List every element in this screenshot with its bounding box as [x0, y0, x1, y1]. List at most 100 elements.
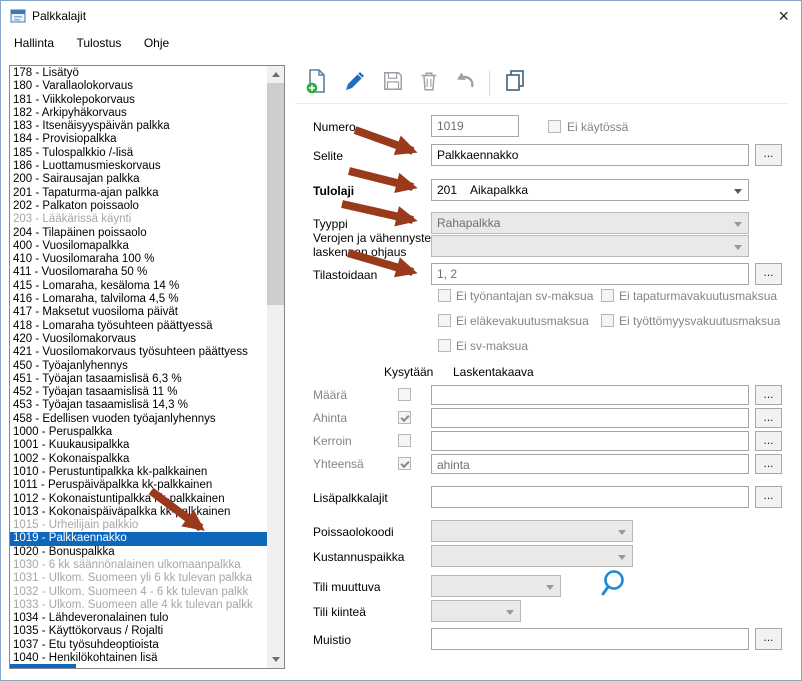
delete-button[interactable] — [411, 67, 447, 100]
sv-checkbox — [601, 289, 614, 302]
tulolaji-value: Aikapalkka — [470, 183, 529, 197]
list-item-partial — [10, 664, 76, 668]
list-item[interactable]: 1034 - Lähdeveronalainen tulo — [10, 612, 267, 625]
list-item[interactable]: 415 - Lomaraha, kesäloma 14 % — [10, 280, 267, 293]
list-item[interactable]: 418 - Lomaraha työsuhteen päättyessä — [10, 320, 267, 333]
list-scrollbar[interactable] — [267, 66, 284, 668]
muistio-browse-button[interactable]: ... — [755, 628, 782, 650]
list-item[interactable]: 451 - Työajan tasaamislisä 6,3 % — [10, 373, 267, 386]
app-icon — [10, 8, 26, 24]
list-item[interactable]: 1000 - Peruspalkka — [10, 426, 267, 439]
ei-kaytossa-label: Ei käytössä — [567, 120, 629, 134]
kysytaan-header: Kysytään — [384, 365, 434, 379]
kaava-browse-button[interactable]: ... — [755, 385, 782, 405]
tili-kiintea-combobox — [431, 600, 521, 622]
tili-kiintea-label: Tili kiinteä — [313, 605, 366, 619]
tyyppi-label: Tyyppi — [313, 217, 348, 231]
list-item[interactable]: 200 - Sairausajan palkka — [10, 173, 267, 186]
list-item[interactable]: 203 - Lääkärissä käynti — [10, 213, 267, 226]
list-item[interactable]: 1031 - Ulkom. Suomeen yli 6 kk tulevan p… — [10, 572, 267, 585]
list-item[interactable]: 421 - Vuosilomakorvaus työsuhteen päätty… — [10, 346, 267, 359]
sv-checkbox — [438, 289, 451, 302]
list-item[interactable]: 202 - Palkaton poissaolo — [10, 200, 267, 213]
list-item[interactable]: 1013 - Kokonaispäiväpalkka kk-palkkainen — [10, 506, 267, 519]
kaava-browse-button[interactable]: ... — [755, 431, 782, 451]
muistio-field[interactable] — [431, 628, 749, 650]
tili-muuttuva-label: Tili muuttuva — [313, 580, 381, 594]
list-item[interactable]: 204 - Tilapäinen poissaolo — [10, 227, 267, 240]
list-item[interactable]: 453 - Työajan tasaamislisä 14,3 % — [10, 399, 267, 412]
numero-field[interactable]: 1019 — [431, 115, 519, 137]
list-item[interactable]: 1033 - Ulkom. Suomeen alle 4 kk tulevan … — [10, 599, 267, 612]
list-item[interactable]: 420 - Vuosilomakorvaus — [10, 333, 267, 346]
list-item[interactable]: 1002 - Kokonaispalkka — [10, 453, 267, 466]
scroll-up-button[interactable] — [267, 66, 284, 83]
kaava-browse-button[interactable]: ... — [755, 454, 782, 474]
list-item[interactable]: 410 - Vuosilomaraha 100 % — [10, 253, 267, 266]
list-item[interactable]: 1019 - Palkkaennakko — [10, 532, 267, 546]
list-item[interactable]: 1011 - Peruspäiväpalkka kk-palkkainen — [10, 479, 267, 492]
list-item[interactable]: 1012 - Kokonaistuntipalkka kk-palkkainen — [10, 493, 267, 506]
list-item[interactable]: 183 - Itsenäisyyspäivän palkka — [10, 120, 267, 133]
tulolaji-combobox[interactable]: 201 Aikapalkka — [431, 179, 749, 201]
menu-ohje[interactable]: Ohje — [135, 31, 178, 54]
menu-hallinta[interactable]: Hallinta — [5, 31, 63, 54]
laskentakaava-field[interactable] — [431, 408, 749, 428]
laskentakaava-field[interactable]: ahinta — [431, 454, 749, 474]
list-item[interactable]: 452 - Työajan tasaamislisä 11 % — [10, 386, 267, 399]
lisapalkkalajit-browse-button[interactable]: ... — [755, 486, 782, 508]
selite-field[interactable]: Palkkaennakko — [431, 144, 749, 166]
arrow-selite — [353, 126, 418, 156]
sv-checkbox — [438, 339, 451, 352]
list-item[interactable]: 184 - Provisiopalkka — [10, 133, 267, 146]
selite-browse-button[interactable]: ... — [755, 144, 782, 166]
save-button[interactable] — [375, 67, 411, 100]
tyyppi-combobox: Rahapalkka — [431, 212, 749, 234]
list-item[interactable]: 400 - Vuosilomapalkka — [10, 240, 267, 253]
list-item[interactable]: 416 - Lomaraha, talviloma 4,5 % — [10, 293, 267, 306]
scrollbar-thumb[interactable] — [267, 83, 284, 305]
list-item[interactable]: 186 - Luottamusmieskorvaus — [10, 160, 267, 173]
list-item[interactable]: 450 - Työajanlyhennys — [10, 360, 267, 373]
tulolaji-label: Tulolaji — [313, 184, 355, 198]
new-record-button[interactable] — [299, 67, 335, 100]
triangle-down-icon — [271, 657, 280, 666]
verojen-combobox — [431, 235, 749, 257]
list-item[interactable]: 1035 - Käyttökorvaus / Rojalti — [10, 625, 267, 638]
list-item[interactable]: 1032 - Ulkom. Suomeen 4 - 6 kk tulevan p… — [10, 586, 267, 599]
edit-button[interactable] — [337, 67, 373, 100]
list-item[interactable]: 417 - Maksetut vuosiloma päivät — [10, 306, 267, 319]
verojen-label-line1: Verojen ja vähennysten — [313, 231, 438, 245]
list-item[interactable]: 1010 - Perustuntipalkka kk-palkkainen — [10, 466, 267, 479]
list-item[interactable]: 185 - Tulospalkkio /-lisä — [10, 147, 267, 160]
kaava-browse-button[interactable]: ... — [755, 408, 782, 428]
new-document-icon — [304, 68, 330, 99]
list-item[interactable]: 180 - Varallaolokorvaus — [10, 80, 267, 93]
undo-button[interactable] — [447, 67, 483, 100]
list-item[interactable]: 178 - Lisätyö — [10, 67, 267, 80]
list-item[interactable]: 182 - Arkipyhäkorvaus — [10, 107, 267, 120]
menu-tulostus[interactable]: Tulostus — [67, 31, 130, 54]
list-item[interactable]: 458 - Edellisen vuoden työajanlyhennys — [10, 413, 267, 426]
list-item[interactable]: 181 - Viikkolepokorvaus — [10, 94, 267, 107]
trash-icon — [418, 70, 440, 97]
list-item[interactable]: 1020 - Bonuspalkka — [10, 546, 267, 559]
lookup-magnifier-icon[interactable] — [597, 567, 629, 606]
laskentakaava-field[interactable] — [431, 431, 749, 451]
list-item[interactable]: 411 - Vuosilomaraha 50 % — [10, 266, 267, 279]
copy-button[interactable] — [497, 67, 533, 100]
tilastoidaan-field[interactable]: 1, 2 — [431, 263, 749, 285]
list-item[interactable]: 201 - Tapaturma-ajan palkka — [10, 187, 267, 200]
lisapalkkalajit-field[interactable] — [431, 486, 749, 508]
sv-checkbox-label: Ei eläkevakuutusmaksua — [456, 314, 589, 328]
list-item[interactable]: 1015 - Urheilijain palkkio — [10, 519, 267, 532]
list-item[interactable]: 1030 - 6 kk säännönalainen ulkomaanpalkk… — [10, 559, 267, 572]
list-item[interactable]: 1037 - Etu työsuhdeoptioista — [10, 639, 267, 652]
tilastoidaan-browse-button[interactable]: ... — [755, 263, 782, 285]
laskentakaava-field[interactable] — [431, 385, 749, 405]
scroll-down-button[interactable] — [267, 651, 284, 668]
close-button[interactable]: × — [778, 4, 789, 28]
selite-label: Selite — [313, 149, 344, 163]
list-item[interactable]: 1001 - Kuukausipalkka — [10, 439, 267, 452]
kaava-row-label: Määrä — [313, 388, 348, 402]
